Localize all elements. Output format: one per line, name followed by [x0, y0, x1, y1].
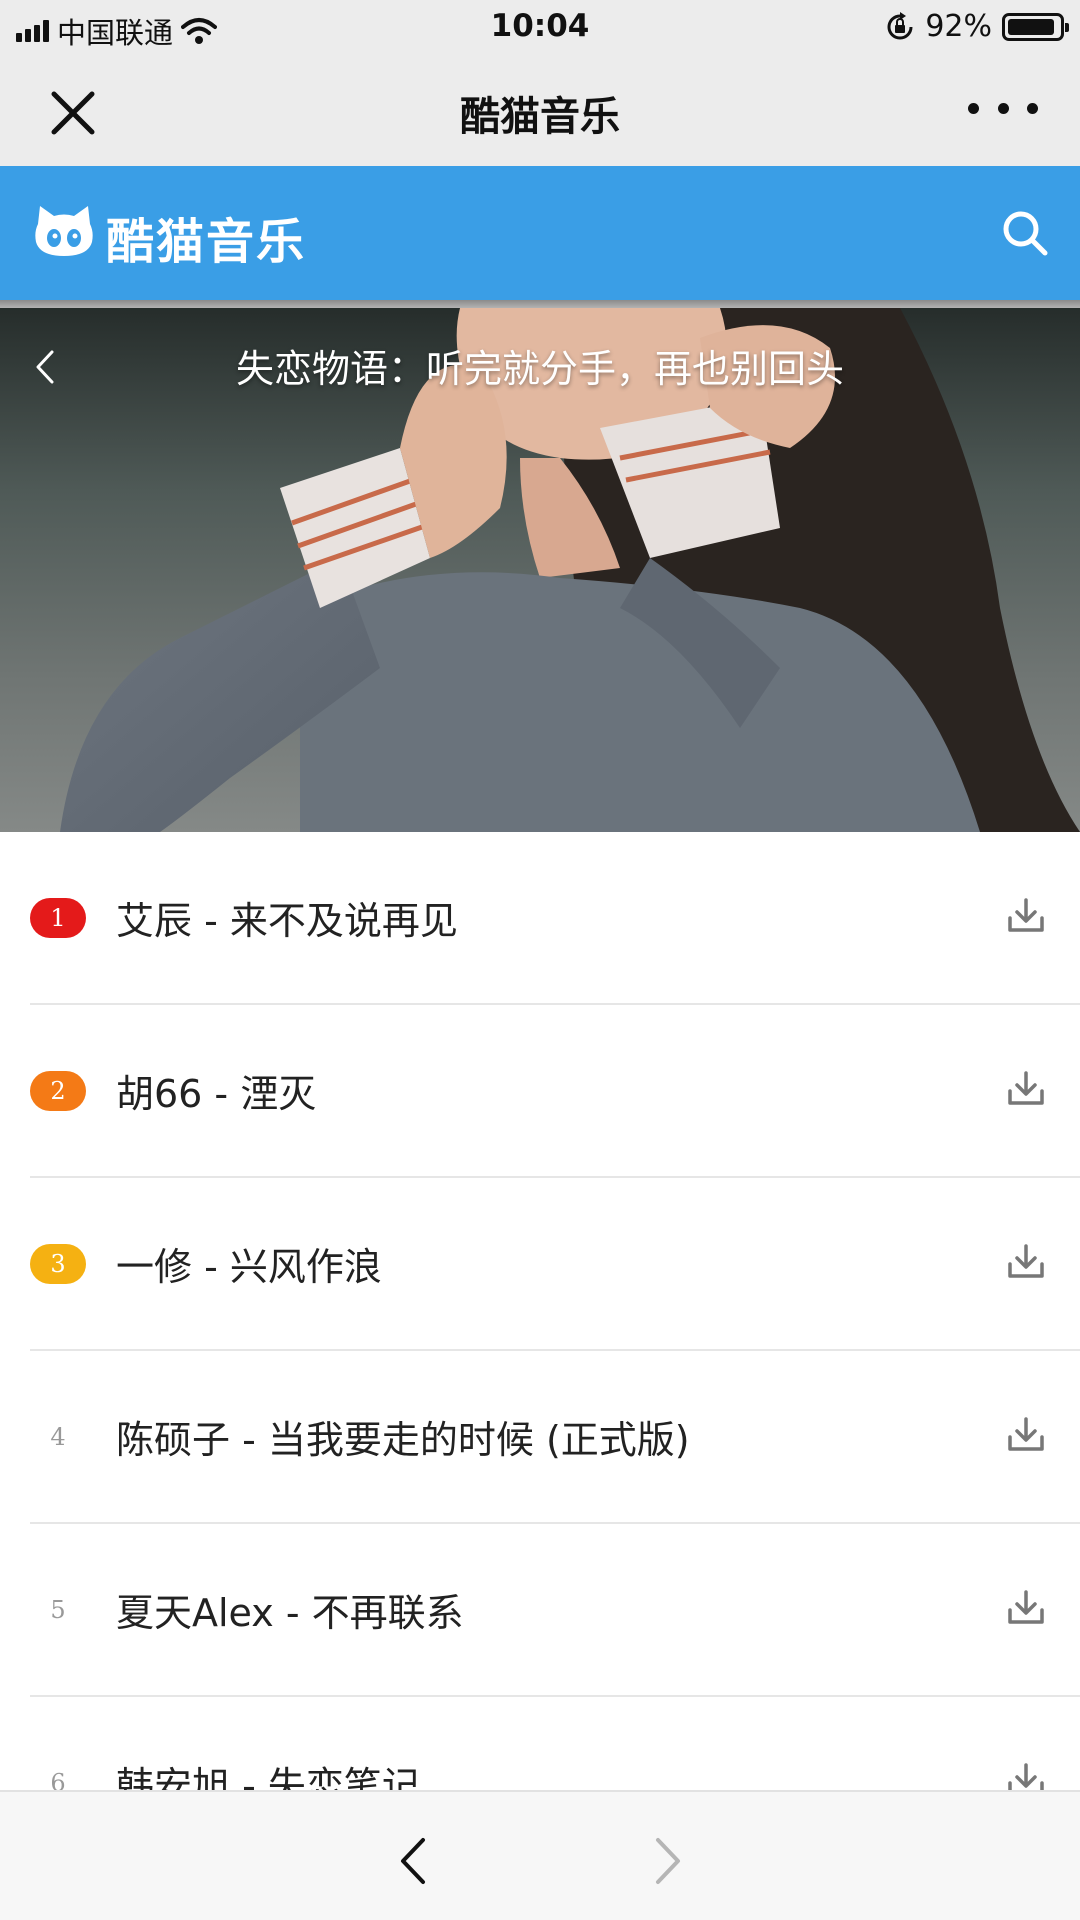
- status-right: 92%: [885, 9, 1069, 44]
- rank-number: 5: [50, 1596, 66, 1624]
- cat-logo-icon: [35, 206, 93, 256]
- download-icon[interactable]: [1006, 1069, 1046, 1109]
- song-title: 艾辰 - 来不及说再见: [116, 899, 458, 943]
- status-bar: 中国联通 10:04 92%: [0, 0, 1080, 54]
- download-icon[interactable]: [1006, 896, 1046, 936]
- battery-icon: [1002, 12, 1069, 41]
- download-icon[interactable]: [1006, 1588, 1046, 1628]
- rank-badge: 2: [30, 1071, 86, 1111]
- song-title: 一修 - 兴风作浪: [116, 1245, 382, 1289]
- download-icon[interactable]: [1006, 1415, 1046, 1455]
- song-row[interactable]: 4 陈硕子 - 当我要走的时候 (正式版): [30, 1351, 1080, 1524]
- song-row[interactable]: 3 一修 - 兴风作浪: [30, 1178, 1080, 1351]
- nav-forward-icon[interactable]: [650, 1836, 686, 1886]
- battery-fill: [1008, 18, 1054, 35]
- song-title: 胡66 - 湮灭: [116, 1072, 317, 1116]
- song-row[interactable]: 5 夏天Alex - 不再联系: [30, 1524, 1080, 1697]
- rank-badge: 3: [30, 1244, 86, 1284]
- more-icon[interactable]: [968, 88, 1038, 128]
- rank-number: 4: [50, 1423, 66, 1451]
- song-list: 1 艾辰 - 来不及说再见 2 胡66 - 湮灭 3 一修 - 兴风作浪 4 陈硕子 - 当我…: [0, 832, 1080, 1870]
- battery-percent: 92%: [925, 9, 992, 44]
- wechat-title: 酷猫音乐: [460, 94, 620, 140]
- app-title: 酷猫音乐: [106, 214, 307, 270]
- banner: 失恋物语：听完就分手，再也别回头: [0, 308, 1080, 832]
- wechat-bar: 酷猫音乐: [0, 54, 1080, 166]
- rotation-lock-icon: [887, 11, 913, 39]
- song-row[interactable]: 1 艾辰 - 来不及说再见: [30, 832, 1080, 1005]
- search-icon[interactable]: [1000, 208, 1050, 258]
- app-header: 酷猫音乐: [0, 166, 1080, 300]
- bottom-nav-bar: [0, 1790, 1080, 1920]
- rank-badge: 1: [30, 898, 86, 938]
- nav-back-icon[interactable]: [395, 1836, 431, 1886]
- song-title: 陈硕子 - 当我要走的时候 (正式版): [116, 1418, 690, 1462]
- song-title: 夏天Alex - 不再联系: [116, 1591, 464, 1635]
- download-icon[interactable]: [1006, 1242, 1046, 1282]
- banner-title: 失恋物语：听完就分手，再也别回头: [235, 347, 844, 391]
- song-row[interactable]: 2 胡66 - 湮灭: [30, 1005, 1080, 1178]
